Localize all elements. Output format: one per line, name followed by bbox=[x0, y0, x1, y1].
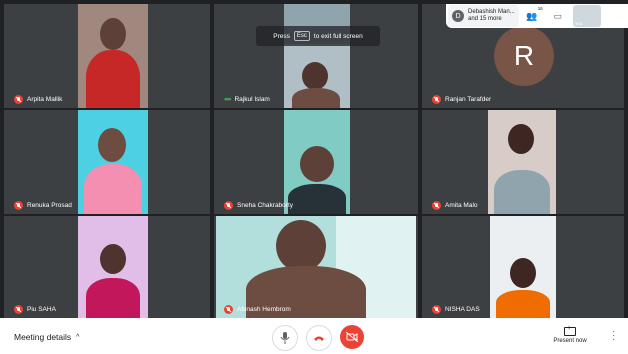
hang-up-button[interactable] bbox=[306, 325, 332, 351]
participant-name-tag: Piu SAHA bbox=[14, 305, 56, 314]
chevron-up-icon: ^ bbox=[76, 333, 80, 341]
camera-off-icon bbox=[346, 332, 358, 342]
participant-tile[interactable]: Sneha Chakraborty bbox=[214, 110, 418, 214]
present-now-label: Present now bbox=[553, 338, 587, 344]
participant-video bbox=[284, 110, 350, 214]
mic-off-icon bbox=[14, 305, 23, 314]
participant-name: Abinash Hembrom bbox=[237, 306, 291, 313]
participant-tile[interactable]: ••• Rajkul Islam bbox=[214, 4, 418, 108]
mic-off-icon bbox=[432, 95, 441, 104]
participant-video bbox=[216, 216, 416, 318]
avatar: D bbox=[452, 10, 464, 22]
mic-off-icon bbox=[14, 201, 23, 210]
participant-avatar: R bbox=[494, 26, 554, 86]
top-right-bar: D Debashish Man... and 15 more 👥 16 ▭ Yo… bbox=[446, 4, 628, 28]
exit-fullscreen-banner: Press Esc to exit full screen bbox=[256, 26, 380, 46]
mic-button[interactable] bbox=[272, 325, 298, 351]
participant-name: Amita Malo bbox=[445, 202, 478, 209]
participant-video bbox=[488, 110, 556, 214]
participant-name-tag: ••• Rajkul Islam bbox=[224, 94, 270, 104]
participant-name-tag: NISHA DAS bbox=[432, 305, 480, 314]
mic-off-icon bbox=[432, 201, 441, 210]
participant-name: Piu SAHA bbox=[27, 306, 56, 313]
participant-tile[interactable]: Arpita Mallik bbox=[4, 4, 210, 108]
participant-name-tag: Ranjan Tarafder bbox=[432, 95, 491, 104]
mic-off-icon bbox=[224, 201, 233, 210]
participant-video bbox=[78, 216, 148, 318]
meeting-details-button[interactable]: Meeting details ^ bbox=[14, 332, 79, 342]
participant-name: Ranjan Tarafder bbox=[445, 96, 492, 103]
participant-name: NISHA DAS bbox=[445, 306, 480, 313]
phone-hangup-icon bbox=[314, 336, 324, 341]
participant-tile[interactable]: ✦ ◉ ⊖ Amita Malo bbox=[422, 110, 624, 214]
participant-tile[interactable]: Renuka Prosad bbox=[4, 110, 210, 214]
participant-name-tag: Abinash Hembrom bbox=[224, 305, 291, 314]
participant-name: Arpita Mallik bbox=[27, 96, 63, 103]
more-vert-icon: · · · bbox=[612, 326, 616, 345]
more-options-button[interactable]: · · · bbox=[612, 327, 615, 345]
mic-off-icon bbox=[432, 305, 441, 314]
present-now-button[interactable]: Present now bbox=[548, 325, 592, 344]
participant-video bbox=[78, 110, 148, 214]
participant-name: Rajkul Islam bbox=[234, 95, 270, 103]
participant-name-tag: Sneha Chakraborty bbox=[224, 201, 293, 210]
participant-video bbox=[490, 216, 556, 318]
participant-name-tag: Amita Malo bbox=[432, 201, 478, 210]
participant-video bbox=[78, 4, 148, 108]
people-button[interactable]: 👥 16 bbox=[519, 5, 545, 27]
mic-off-icon bbox=[224, 305, 233, 314]
participant-name-tag: Arpita Mallik bbox=[14, 95, 62, 104]
people-icon: 👥 bbox=[526, 10, 538, 21]
esc-key: Esc bbox=[293, 31, 310, 41]
bottom-bar: Meeting details ^ Present now ··· bbox=[0, 318, 628, 354]
participant-name: Sneha Chakraborty bbox=[237, 202, 294, 209]
participant-tile[interactable]: Abinash Hembrom bbox=[214, 216, 418, 318]
self-view[interactable]: You bbox=[572, 5, 601, 27]
present-screen-icon bbox=[564, 325, 576, 336]
participant-tile[interactable]: Piu SAHA bbox=[4, 216, 210, 318]
speaking-indicator-icon: ••• bbox=[224, 94, 232, 104]
self-label: You bbox=[574, 21, 583, 26]
meeting-details-label: Meeting details bbox=[14, 332, 72, 342]
chat-icon: ▭ bbox=[553, 10, 562, 21]
participant-name-tag: Renuka Prosad bbox=[14, 201, 72, 210]
participants-summary[interactable]: D Debashish Man... and 15 more bbox=[448, 5, 519, 27]
people-count-badge: 16 bbox=[537, 6, 543, 11]
participant-name: Renuka Prosad bbox=[27, 202, 72, 209]
chat-button[interactable]: ▭ bbox=[545, 5, 571, 27]
participant-tile[interactable]: NISHA DAS bbox=[422, 216, 624, 318]
camera-button[interactable] bbox=[340, 325, 364, 349]
participant-video bbox=[284, 4, 350, 108]
mic-off-icon bbox=[14, 95, 23, 104]
mic-icon bbox=[280, 332, 290, 344]
